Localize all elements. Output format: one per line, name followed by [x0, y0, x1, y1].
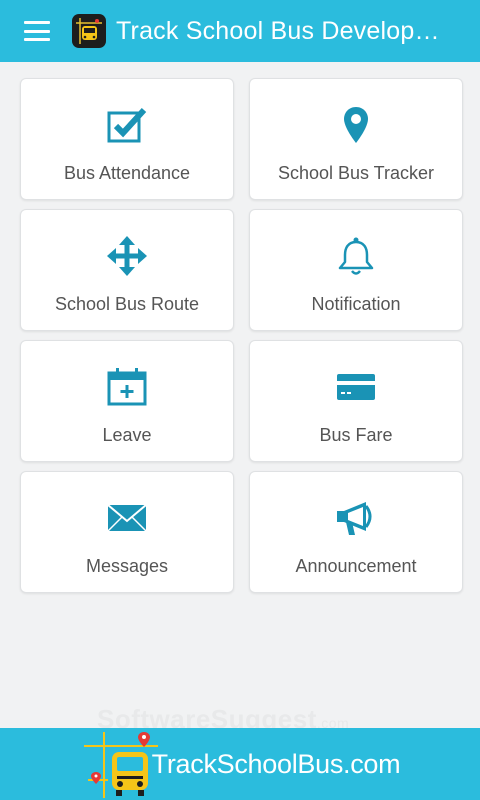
leave-card[interactable]: Leave — [20, 340, 234, 462]
card-label: School Bus Tracker — [277, 163, 435, 183]
bus-fare-card[interactable]: Bus Fare — [249, 340, 463, 462]
bell-icon — [334, 236, 378, 276]
envelope-icon — [105, 498, 149, 538]
card-label: Announcement — [295, 556, 417, 576]
hamburger-icon[interactable] — [24, 21, 50, 41]
menu-grid: Bus Attendance School Bus Tracker School… — [20, 78, 463, 593]
bus-attendance-card[interactable]: Bus Attendance — [20, 78, 234, 200]
announcement-card[interactable]: Announcement — [249, 471, 463, 593]
move-arrows-icon — [105, 236, 149, 276]
calendar-plus-icon — [105, 367, 149, 407]
megaphone-icon — [334, 498, 378, 538]
card-label: School Bus Route — [54, 294, 200, 314]
card-label: Notification — [311, 294, 401, 314]
bus-logo-icon — [72, 14, 106, 48]
footer-banner: TrackSchoolBus.com — [0, 728, 480, 800]
checkbox-icon — [105, 105, 149, 145]
footer-brand: TrackSchoolBus.com — [151, 748, 401, 779]
messages-card[interactable]: Messages — [20, 471, 234, 593]
notification-card[interactable]: Notification — [249, 209, 463, 331]
app-bar: Track School Bus Develop… — [0, 0, 480, 62]
school-bus-tracker-card[interactable]: School Bus Tracker — [249, 78, 463, 200]
map-pin-icon — [334, 105, 378, 145]
footer-bus-logo-icon — [80, 728, 160, 800]
card-label: Bus Fare — [319, 425, 393, 445]
card-label: Bus Attendance — [63, 163, 191, 183]
card-label: Messages — [85, 556, 169, 576]
app-title: Track School Bus Develop… — [116, 16, 440, 45]
card-label: Leave — [102, 425, 152, 445]
credit-card-icon — [334, 367, 378, 407]
school-bus-route-card[interactable]: School Bus Route — [20, 209, 234, 331]
